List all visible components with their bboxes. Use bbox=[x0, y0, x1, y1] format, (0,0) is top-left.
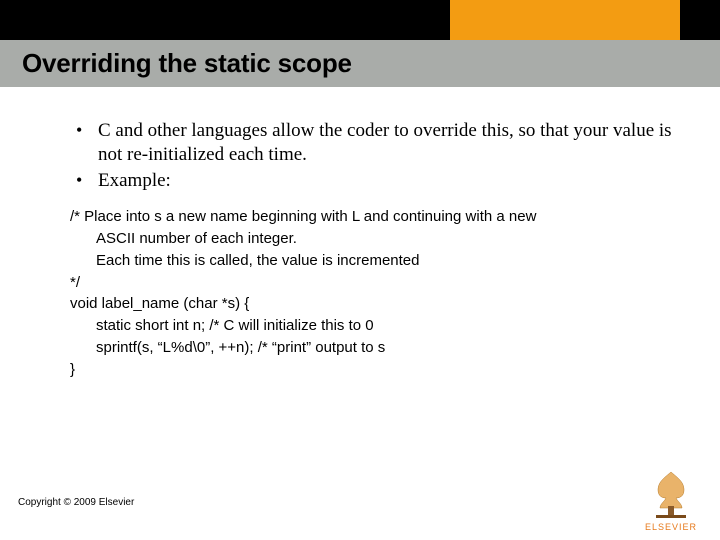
elsevier-logo: ELSEVIER bbox=[636, 468, 706, 532]
slide-title: Overriding the static scope bbox=[22, 48, 352, 79]
copyright-text: Copyright © 2009 Elsevier bbox=[18, 497, 134, 508]
slide-content: C and other languages allow the coder to… bbox=[0, 87, 720, 380]
code-line: Each time this is called, the value is i… bbox=[70, 250, 680, 272]
code-line: */ bbox=[70, 272, 680, 294]
tree-icon bbox=[644, 468, 698, 520]
accent-orange-box bbox=[450, 0, 680, 40]
code-line: ASCII number of each integer. bbox=[70, 228, 680, 250]
title-bar: Overriding the static scope bbox=[0, 40, 720, 87]
code-line: static short int n; /* C will initialize… bbox=[70, 315, 680, 337]
code-line: } bbox=[70, 359, 680, 381]
top-black-band bbox=[0, 0, 720, 40]
bullet-list: C and other languages allow the coder to… bbox=[70, 119, 680, 192]
code-example: /* Place into s a new name beginning wit… bbox=[70, 206, 680, 380]
code-line: void label_name (char *s) { bbox=[70, 293, 680, 315]
code-line: /* Place into s a new name beginning wit… bbox=[70, 206, 680, 228]
logo-label: ELSEVIER bbox=[636, 522, 706, 532]
bullet-item: C and other languages allow the coder to… bbox=[70, 119, 680, 167]
bullet-item: Example: bbox=[70, 169, 680, 193]
code-line: sprintf(s, “L%d\0”, ++n); /* “print” out… bbox=[70, 337, 680, 359]
